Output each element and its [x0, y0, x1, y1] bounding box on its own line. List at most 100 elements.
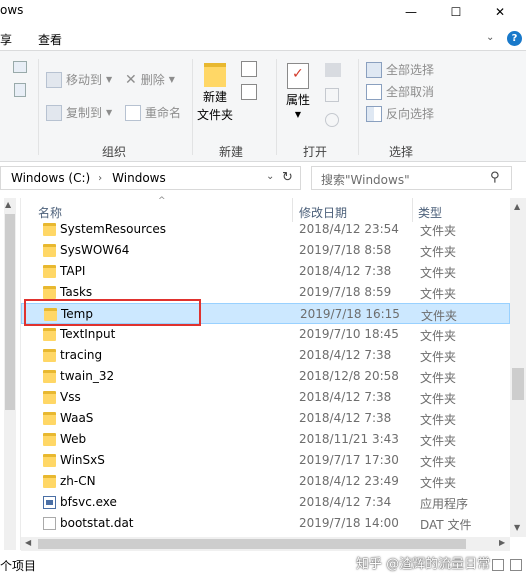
easy-access-icon[interactable]	[241, 84, 257, 100]
refresh-icon[interactable]: ↻	[282, 170, 293, 185]
group-organize-label: 组织	[102, 145, 127, 159]
file-date: 2019/7/10 18:45	[299, 327, 399, 341]
close-icon: ✕	[494, 5, 506, 19]
file-name: SysWOW64	[60, 243, 130, 257]
select-none-icon	[366, 83, 382, 100]
file-name: WaaS	[60, 411, 94, 425]
breadcrumb-windows[interactable]: Windows	[112, 171, 166, 185]
file-date: 2018/4/12 7:34	[299, 495, 392, 509]
file-row[interactable]: TAPI 2018/4/12 7:38 文件夹	[21, 261, 510, 282]
file-row[interactable]: WinSxS 2019/7/17 17:30 文件夹	[21, 450, 510, 471]
ribbon-collapse-icon[interactable]: ⌄	[486, 32, 494, 43]
new-folder-button[interactable]: 新建 文件夹	[197, 63, 233, 123]
scrollbar-thumb[interactable]	[38, 539, 466, 549]
edit-icon[interactable]	[325, 88, 339, 102]
file-type: 文件夹	[420, 287, 457, 301]
copy-to-label: 复制到	[66, 106, 103, 120]
tab-share[interactable]: 享	[0, 31, 12, 48]
tab-view[interactable]: 查看	[38, 31, 62, 48]
copy-path-icon[interactable]	[13, 61, 27, 73]
scroll-up-icon[interactable]: ▲	[5, 200, 11, 209]
application-icon	[43, 496, 56, 509]
scroll-down-icon[interactable]: ▼	[514, 523, 520, 532]
horizontal-scrollbar[interactable]: ◀ ▶	[21, 537, 510, 551]
delete-button[interactable]: ✕ 删除 ▼	[125, 71, 175, 88]
file-row[interactable]: Vss 2018/4/12 7:38 文件夹	[21, 387, 510, 408]
open-icon[interactable]	[325, 63, 341, 77]
paste-shortcut-icon[interactable]	[14, 83, 26, 97]
close-button[interactable]: ✕	[478, 0, 522, 24]
breadcrumb-chevron-icon[interactable]: ›	[98, 173, 102, 184]
file-type: 文件夹	[420, 392, 457, 406]
copy-to-button[interactable]: 复制到 ▼	[46, 104, 112, 121]
minimize-icon: —	[405, 5, 417, 19]
new-folder-label-2: 文件夹	[197, 108, 234, 122]
delete-label: 删除	[140, 73, 165, 87]
file-row[interactable]: zh-CN 2018/4/12 23:49 文件夹	[21, 471, 510, 492]
file-type: 文件夹	[420, 350, 457, 364]
properties-icon: ✓	[287, 63, 309, 89]
file-list-scrollbar[interactable]: ▲ ▼	[510, 198, 526, 537]
large-icons-view-icon[interactable]	[510, 559, 522, 571]
scroll-up-icon[interactable]: ▲	[514, 202, 520, 211]
search-input[interactable]: 搜索"Windows" ⚲	[311, 166, 512, 190]
rename-button[interactable]: 重命名	[125, 104, 181, 121]
move-to-button[interactable]: 移动到 ▼	[46, 71, 112, 88]
file-row[interactable]: Web 2018/11/21 3:43 文件夹	[21, 429, 510, 450]
properties-label: 属性	[286, 93, 311, 107]
file-name: TextInput	[60, 327, 116, 341]
help-icon[interactable]: ?	[507, 31, 522, 46]
file-name: Web	[60, 432, 87, 446]
file-row[interactable]: Temp 2019/7/18 16:15 文件夹	[21, 303, 510, 324]
search-icon[interactable]: ⚲	[490, 170, 500, 185]
select-all-button[interactable]: 全部选择	[366, 61, 434, 78]
file-row[interactable]: WaaS 2018/4/12 7:38 文件夹	[21, 408, 510, 429]
details-view-icon[interactable]	[492, 559, 504, 571]
address-dropdown-icon[interactable]: ⌄	[266, 171, 274, 182]
move-to-label: 移动到	[66, 73, 103, 87]
chevron-down-icon: ▼	[294, 110, 302, 119]
move-to-icon	[46, 71, 62, 88]
file-row[interactable]: TextInput 2019/7/10 18:45 文件夹	[21, 324, 510, 345]
file-row[interactable]: SysWOW64 2019/7/18 8:58 文件夹	[21, 240, 510, 261]
group-new-label: 新建	[219, 145, 244, 159]
select-none-label: 全部取消	[386, 85, 435, 99]
file-date: 2018/12/8 20:58	[299, 369, 399, 383]
file-date: 2018/4/12 23:49	[299, 474, 399, 488]
invert-selection-button[interactable]: 反向选择	[366, 105, 434, 122]
file-name: zh-CN	[60, 474, 96, 488]
file-row[interactable]: SystemResources 2018/4/12 23:54 文件夹	[21, 219, 510, 240]
file-row[interactable]: bfsvc.exe 2018/4/12 7:34 应用程序	[21, 492, 510, 513]
maximize-button[interactable]: ☐	[434, 0, 478, 24]
file-row[interactable]: bootstat.dat 2019/7/18 14:00 DAT 文件	[21, 513, 510, 534]
file-row[interactable]: twain_32 2018/12/8 20:58 文件夹	[21, 366, 510, 387]
file-type: 文件夹	[420, 245, 457, 259]
scrollbar-thumb[interactable]	[5, 214, 15, 410]
minimize-button[interactable]: —	[389, 0, 433, 24]
file-date: 2018/11/21 3:43	[299, 432, 399, 446]
group-select-label: 选择	[389, 145, 414, 159]
select-none-button[interactable]: 全部取消	[366, 83, 434, 100]
file-name: Temp	[61, 307, 93, 321]
new-item-icon[interactable]	[241, 61, 257, 77]
ribbon-separator	[276, 59, 277, 155]
scroll-right-icon[interactable]: ▶	[499, 538, 505, 547]
history-icon[interactable]	[325, 113, 339, 127]
file-row[interactable]: tracing 2018/4/12 7:38 文件夹	[21, 345, 510, 366]
navigation-scrollbar[interactable]: ▲	[4, 198, 16, 550]
file-date: 2019/7/18 16:15	[300, 307, 400, 321]
properties-button[interactable]: ✓ 属性 ▼	[286, 63, 310, 119]
navigation-bar: Windows (C:) › Windows ⌄ ↻ 搜索"Windows" ⚲	[0, 166, 526, 190]
scrollbar-thumb[interactable]	[512, 368, 524, 400]
file-type: 文件夹	[420, 266, 457, 280]
file-row[interactable]: Tasks 2019/7/18 8:59 文件夹	[21, 282, 510, 303]
address-bar[interactable]: Windows (C:) › Windows ⌄ ↻	[0, 166, 301, 190]
ribbon-separator	[358, 59, 359, 155]
file-type: 应用程序	[420, 497, 469, 511]
new-folder-label-1: 新建	[203, 90, 228, 104]
new-folder-icon	[204, 63, 226, 87]
scroll-left-icon[interactable]: ◀	[25, 538, 31, 547]
folder-icon	[43, 328, 56, 341]
chevron-down-icon: ▼	[168, 75, 175, 84]
breadcrumb-drive[interactable]: Windows (C:)	[11, 171, 90, 185]
